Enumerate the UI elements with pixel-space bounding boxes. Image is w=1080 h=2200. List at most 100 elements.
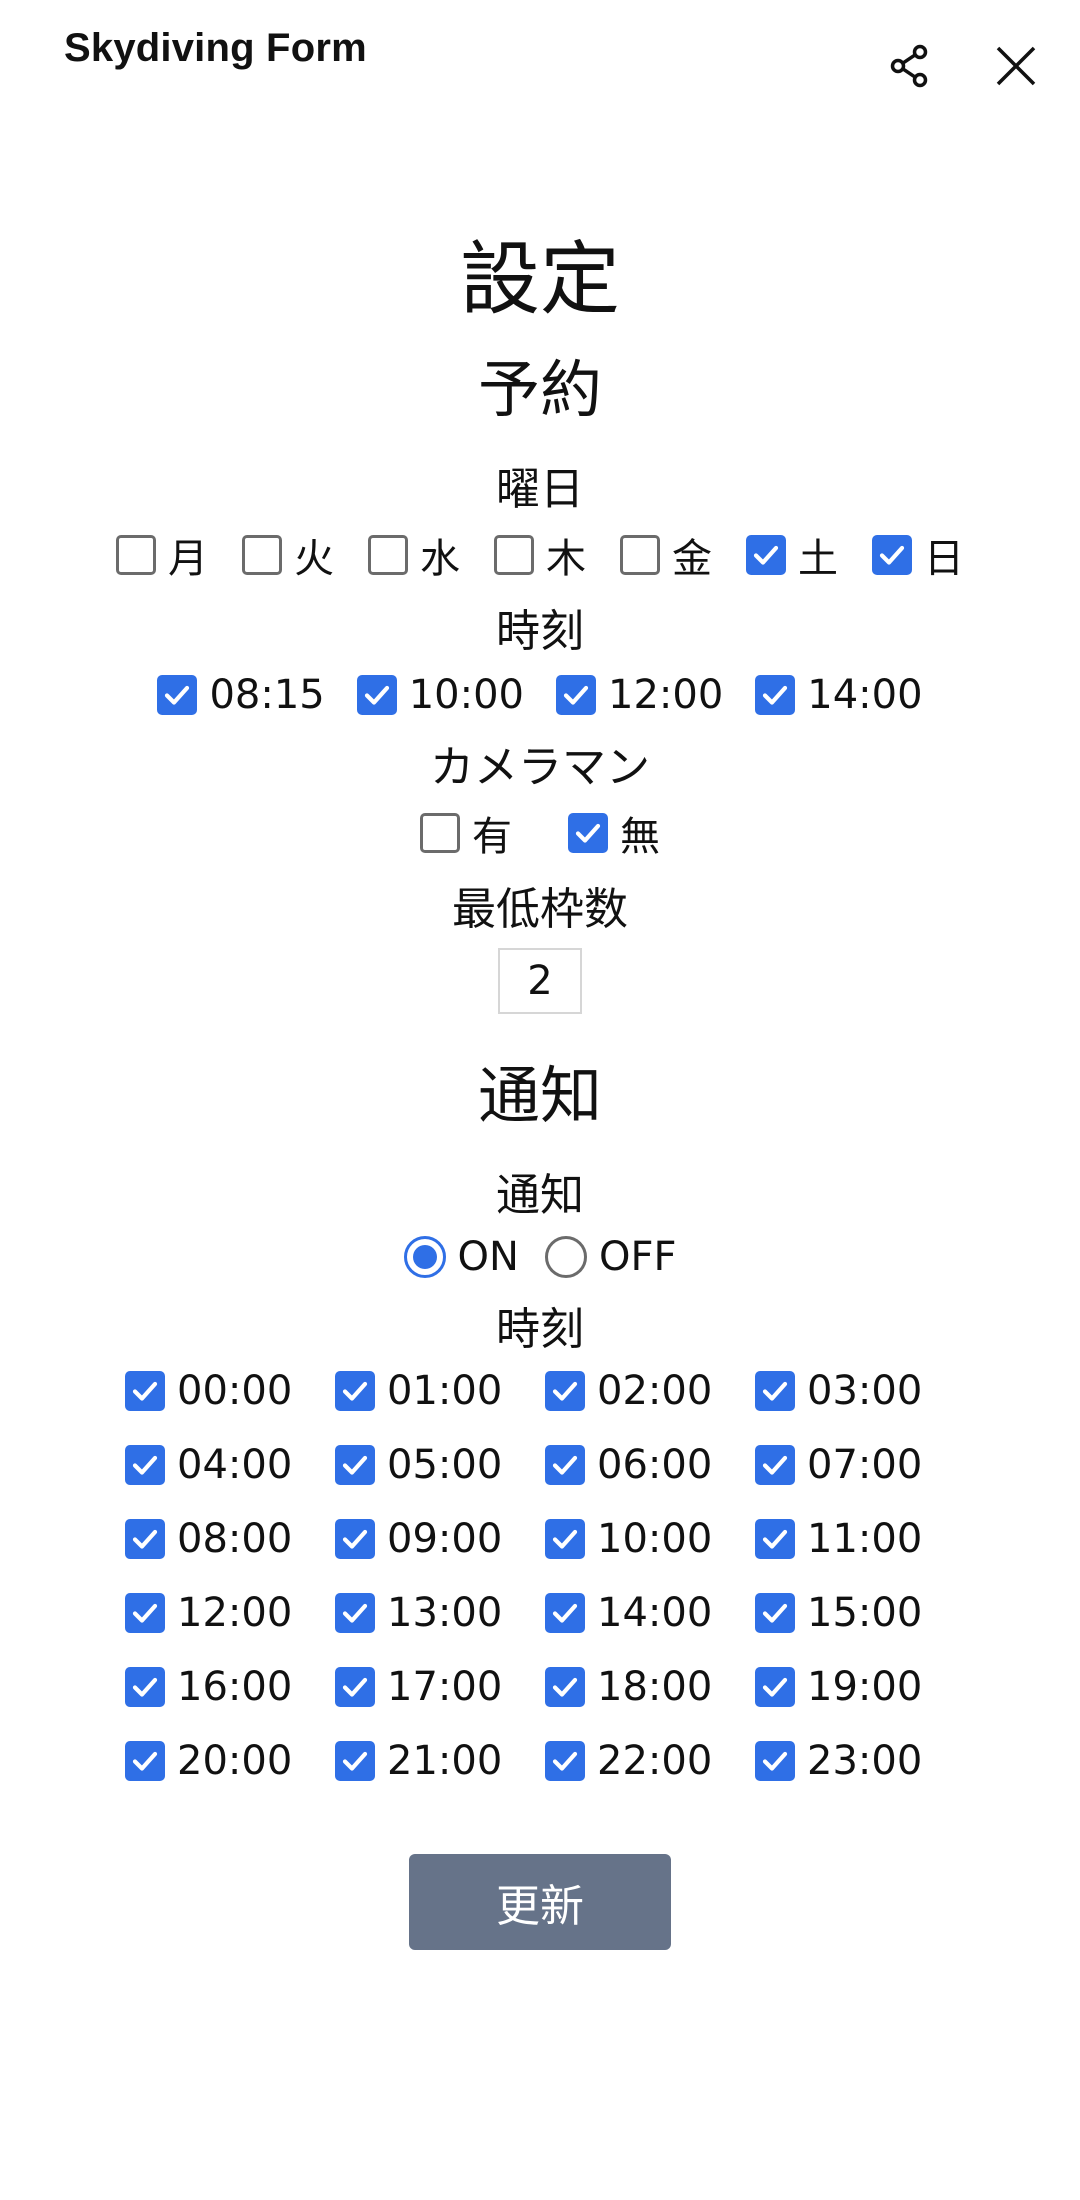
checkbox-unchecked[interactable] [494, 535, 534, 575]
notification-hour-checkbox-21[interactable]: 21:00 [335, 1738, 545, 1784]
notification-hour-checkbox-17[interactable]: 17:00 [335, 1664, 545, 1710]
notification-hour-checkbox-13[interactable]: 13:00 [335, 1590, 545, 1636]
checkbox-checked[interactable] [125, 1519, 165, 1559]
checkbox-unchecked[interactable] [620, 535, 660, 575]
cameraman-checkbox-0[interactable]: 有 [420, 804, 512, 862]
checkbox-checked[interactable] [157, 675, 198, 715]
checkbox-checked[interactable] [545, 1667, 585, 1707]
weekday-checkbox-2[interactable]: 水 [368, 526, 460, 584]
share-button[interactable] [874, 30, 946, 102]
notification-hour-checkbox-12[interactable]: 12:00 [125, 1590, 335, 1636]
close-icon [996, 46, 1036, 86]
notification-hour-checkbox-label: 01:00 [387, 1368, 503, 1414]
notification-hour-checkbox-1[interactable]: 01:00 [335, 1368, 545, 1414]
notification-hour-checkbox-label: 16:00 [177, 1664, 293, 1710]
update-button[interactable]: 更新 [409, 1854, 671, 1950]
checkbox-checked[interactable] [755, 1445, 795, 1485]
checkbox-checked[interactable] [545, 1741, 585, 1781]
checkbox-checked[interactable] [755, 1667, 795, 1707]
checkbox-checked[interactable] [335, 1741, 375, 1781]
weekday-checkbox-6[interactable]: 日 [872, 526, 964, 584]
notification-hour-checkbox-4[interactable]: 04:00 [125, 1442, 335, 1488]
radio-selected[interactable] [403, 1236, 446, 1278]
checkbox-checked[interactable] [125, 1371, 165, 1411]
min-slots-input[interactable] [498, 948, 582, 1014]
notification-hour-checkbox-9[interactable]: 09:00 [335, 1516, 545, 1562]
notification-hour-checkbox-11[interactable]: 11:00 [755, 1516, 965, 1562]
checkbox-checked[interactable] [545, 1371, 585, 1411]
notification-hour-checkbox-label: 07:00 [807, 1442, 923, 1488]
notification-hour-checkbox-19[interactable]: 19:00 [755, 1664, 965, 1710]
checkbox-checked[interactable] [746, 535, 786, 575]
app-title: Skydiving Form [64, 26, 367, 70]
cameraman-checkbox-1[interactable]: 無 [568, 804, 660, 862]
weekday-checkbox-5[interactable]: 土 [746, 526, 838, 584]
checkbox-checked[interactable] [755, 1519, 795, 1559]
notification-hour-checkbox-6[interactable]: 06:00 [545, 1442, 755, 1488]
notification-hour-checkbox-8[interactable]: 08:00 [125, 1516, 335, 1562]
notification-hour-checkbox-18[interactable]: 18:00 [545, 1664, 755, 1710]
checkbox-checked[interactable] [125, 1667, 165, 1707]
checkbox-checked[interactable] [335, 1371, 375, 1411]
notification-hour-checkbox-22[interactable]: 22:00 [545, 1738, 755, 1784]
checkbox-checked[interactable] [872, 535, 912, 575]
notification-radio-0[interactable]: ON [403, 1234, 519, 1280]
close-button[interactable] [980, 30, 1052, 102]
notification-hour-checkbox-23[interactable]: 23:00 [755, 1738, 965, 1784]
reservation-time-checkbox-0[interactable]: 08:15 [157, 672, 325, 718]
checkmark-icon [563, 685, 589, 705]
checkbox-checked[interactable] [356, 675, 397, 715]
notification-hour-checkbox-2[interactable]: 02:00 [545, 1368, 755, 1414]
checkbox-checked[interactable] [755, 1593, 795, 1633]
notification-hour-checkbox-5[interactable]: 05:00 [335, 1442, 545, 1488]
checkbox-unchecked[interactable] [116, 535, 156, 575]
checkbox-checked[interactable] [125, 1593, 165, 1633]
checkbox-checked[interactable] [335, 1445, 375, 1485]
checkmark-icon [552, 1455, 578, 1475]
checkmark-icon [753, 545, 779, 565]
checkbox-checked[interactable] [755, 1371, 795, 1411]
checkbox-checked[interactable] [125, 1445, 165, 1485]
weekday-checkbox-1[interactable]: 火 [242, 526, 334, 584]
notification-hour-checkbox-label: 00:00 [177, 1368, 293, 1414]
checkbox-unchecked[interactable] [242, 535, 282, 575]
checkbox-checked[interactable] [335, 1593, 375, 1633]
reservation-time-checkbox-label: 10:00 [408, 672, 524, 718]
checkbox-checked[interactable] [568, 813, 608, 853]
checkbox-checked[interactable] [556, 675, 596, 715]
checkbox-checked[interactable] [545, 1519, 585, 1559]
notification-radio-1[interactable]: OFF [544, 1234, 676, 1280]
notification-hour-checkbox-14[interactable]: 14:00 [545, 1590, 755, 1636]
checkbox-checked[interactable] [125, 1741, 165, 1781]
checkbox-unchecked[interactable] [420, 813, 460, 853]
checkbox-checked[interactable] [755, 675, 796, 715]
weekday-checkbox-3[interactable]: 木 [494, 526, 586, 584]
notification-hour-checkbox-10[interactable]: 10:00 [545, 1516, 755, 1562]
reservation-time-checkbox-3[interactable]: 14:00 [755, 672, 923, 718]
weekday-checkbox-0[interactable]: 月 [116, 526, 208, 584]
checkbox-checked[interactable] [335, 1519, 375, 1559]
notification-hour-checkbox-15[interactable]: 15:00 [755, 1590, 965, 1636]
checkmark-icon [364, 685, 389, 705]
notification-hour-checkbox-7[interactable]: 07:00 [755, 1442, 965, 1488]
checkmark-icon [879, 545, 905, 565]
notification-hour-checkbox-label: 17:00 [387, 1664, 503, 1710]
checkbox-unchecked[interactable] [368, 535, 408, 575]
notification-hour-checkbox-3[interactable]: 03:00 [755, 1368, 965, 1414]
checkmark-icon [552, 1529, 578, 1549]
notification-hour-checkbox-label: 03:00 [807, 1368, 923, 1414]
checkbox-checked[interactable] [755, 1741, 795, 1781]
checkbox-checked[interactable] [335, 1667, 375, 1707]
reservation-time-checkbox-2[interactable]: 12:00 [556, 672, 723, 718]
reservation-time-checkbox-1[interactable]: 10:00 [356, 672, 524, 718]
notification-hour-checkbox-16[interactable]: 16:00 [125, 1664, 335, 1710]
checkmark-icon [552, 1381, 578, 1401]
reservation-time-checkbox-label: 12:00 [608, 672, 724, 718]
weekday-checkbox-4[interactable]: 金 [620, 526, 712, 584]
checkbox-checked[interactable] [545, 1445, 585, 1485]
cameraman-checkbox-group: 有無 [0, 804, 1080, 862]
radio-unselected[interactable] [544, 1236, 587, 1278]
checkbox-checked[interactable] [545, 1593, 585, 1633]
notification-hour-checkbox-0[interactable]: 00:00 [125, 1368, 335, 1414]
notification-hour-checkbox-20[interactable]: 20:00 [125, 1738, 335, 1784]
